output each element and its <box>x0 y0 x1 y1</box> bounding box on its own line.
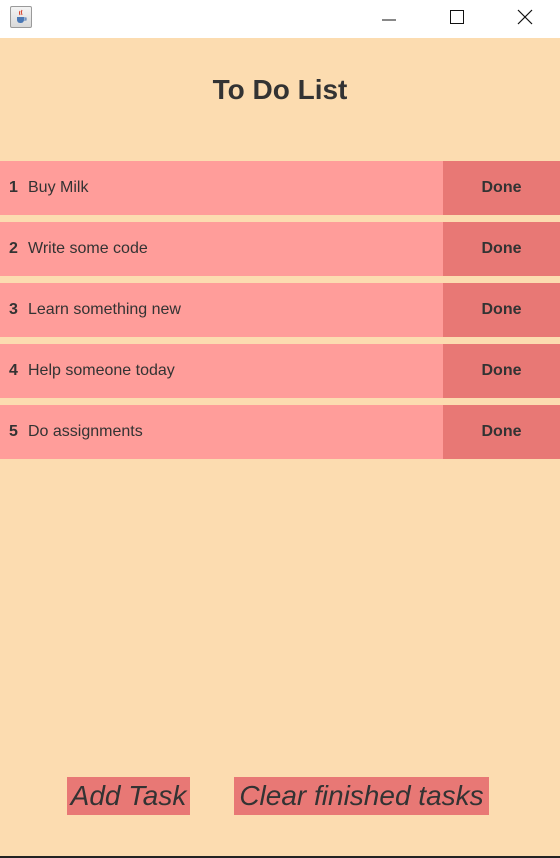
task-text: Buy Milk <box>28 179 89 196</box>
task-text: Write some code <box>28 240 148 257</box>
task-row: 4 Help someone today Done <box>0 344 560 398</box>
task-row: 1 Buy Milk Done <box>0 161 560 215</box>
window-titlebar <box>0 0 560 38</box>
task-text: Help someone today <box>28 362 175 379</box>
task-number: 1 <box>9 179 18 196</box>
app-content: To Do List 1 Buy Milk Done 2 Write some … <box>0 38 560 856</box>
task-row: 5 Do assignments Done <box>0 405 560 459</box>
maximize-icon <box>450 10 464 24</box>
done-button[interactable]: Done <box>443 222 560 276</box>
done-button[interactable]: Done <box>443 344 560 398</box>
task-number: 2 <box>9 240 18 257</box>
done-button[interactable]: Done <box>443 405 560 459</box>
task-row: 3 Learn something new Done <box>0 283 560 337</box>
task-number: 3 <box>9 301 18 318</box>
task-number: 5 <box>9 423 18 440</box>
minimize-icon <box>382 19 396 21</box>
task-row: 2 Write some code Done <box>0 222 560 276</box>
add-task-button[interactable]: Add Task <box>67 777 190 815</box>
done-button[interactable]: Done <box>443 161 560 215</box>
done-button[interactable]: Done <box>443 283 560 337</box>
minimize-button[interactable] <box>366 0 412 34</box>
page-title: To Do List <box>212 74 348 105</box>
task-text: Learn something new <box>28 301 181 318</box>
task-number: 4 <box>9 362 18 379</box>
maximize-button[interactable] <box>434 0 480 34</box>
task-text: Do assignments <box>28 423 143 440</box>
clear-finished-tasks-button[interactable]: Clear finished tasks <box>234 777 489 815</box>
close-button[interactable] <box>502 0 548 34</box>
java-cup-icon[interactable] <box>10 6 32 28</box>
close-icon <box>517 9 533 25</box>
